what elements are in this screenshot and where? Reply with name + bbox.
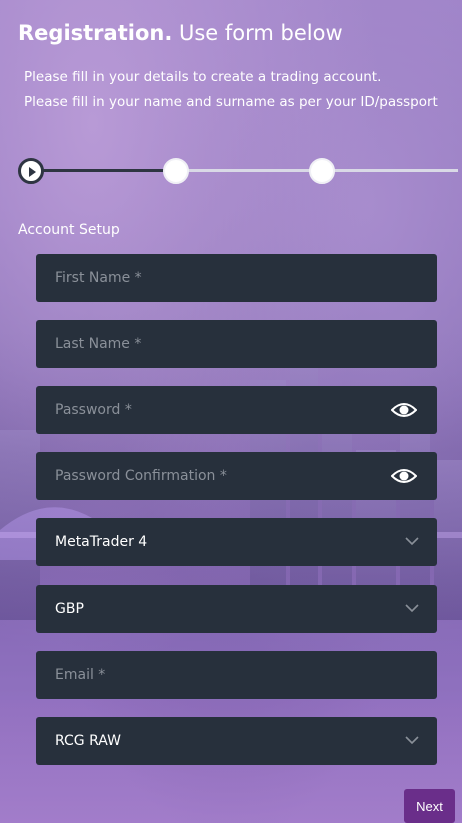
- first-name-placeholder: First Name *: [55, 270, 142, 286]
- last-name-placeholder: Last Name *: [55, 336, 142, 352]
- page-title-light: Use form below: [179, 21, 343, 45]
- account-type-select[interactable]: RCG RAW: [36, 717, 437, 765]
- email-placeholder: Email *: [55, 667, 106, 683]
- last-name-input[interactable]: Last Name *: [36, 320, 437, 368]
- eye-icon[interactable]: [391, 466, 417, 486]
- platform-value: MetaTrader 4: [55, 534, 148, 550]
- section-title-account-setup: Account Setup: [18, 222, 120, 238]
- page-title-strong: Registration.: [18, 21, 173, 45]
- password-confirmation-placeholder: Password Confirmation *: [55, 468, 227, 484]
- eye-icon[interactable]: [391, 400, 417, 420]
- step-2: [163, 158, 189, 184]
- email-input[interactable]: Email *: [36, 651, 437, 699]
- password-placeholder: Password *: [55, 402, 132, 418]
- stepper-track-completed: [32, 169, 178, 172]
- chevron-down-icon: [405, 604, 419, 613]
- page-title: Registration. Use form below: [18, 19, 343, 47]
- currency-select[interactable]: GBP: [36, 585, 437, 633]
- play-icon: [29, 167, 36, 177]
- password-input[interactable]: Password *: [36, 386, 437, 434]
- subtitle-id-note: Please fill in your name and surname as …: [24, 94, 438, 110]
- platform-select[interactable]: MetaTrader 4: [36, 518, 437, 566]
- progress-stepper: [18, 156, 458, 186]
- chevron-down-icon: [405, 736, 419, 745]
- chevron-down-icon: [405, 537, 419, 546]
- first-name-input[interactable]: First Name *: [36, 254, 437, 302]
- step-1-current: [18, 158, 44, 184]
- currency-value: GBP: [55, 601, 84, 617]
- next-button[interactable]: Next: [404, 789, 455, 823]
- step-3: [309, 158, 335, 184]
- password-confirmation-input[interactable]: Password Confirmation *: [36, 452, 437, 500]
- subtitle-details: Please fill in your details to create a …: [24, 69, 382, 85]
- account-type-value: RCG RAW: [55, 733, 121, 749]
